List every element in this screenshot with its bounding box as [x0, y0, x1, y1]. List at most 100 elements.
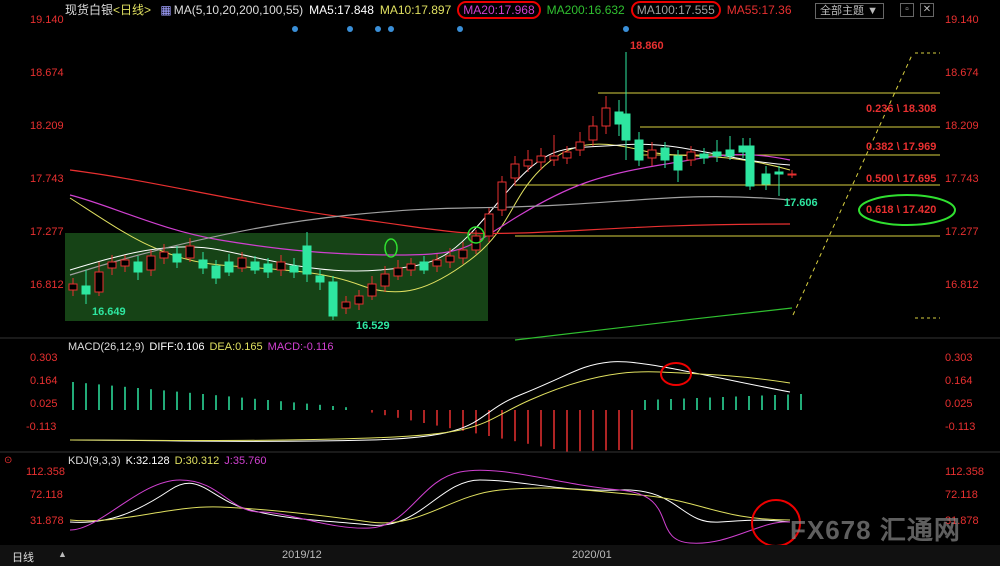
low1-annotation: 16.649 [92, 306, 126, 318]
candle-body[interactable] [647, 149, 657, 159]
candle-body[interactable] [159, 251, 169, 259]
candle-body[interactable] [289, 265, 299, 273]
period-tab[interactable]: 日线 [12, 549, 34, 565]
candle-body[interactable] [211, 265, 221, 279]
kdj-settings-icon[interactable]: ⊙ [4, 455, 12, 466]
fib-label-236: 0.236 \ 18.308 [866, 103, 937, 115]
macd-diff-line [69, 361, 791, 442]
macd-axis-left: 0.025 [30, 398, 58, 410]
event-dot[interactable] [292, 26, 298, 32]
macd-axis-left: 0.303 [30, 352, 58, 364]
candle-body[interactable] [686, 151, 696, 161]
high-annotation: 18.860 [630, 40, 664, 52]
macd-diff: DIFF:0.106 [149, 341, 205, 353]
axis-left-label: 18.209 [30, 120, 64, 132]
kdj-k: K:32.128 [125, 455, 170, 467]
last-annotation: 17.606 [784, 197, 818, 209]
candle-body[interactable] [699, 153, 709, 159]
candle-body[interactable] [68, 283, 78, 291]
candle-body[interactable] [276, 261, 286, 271]
event-dot[interactable] [388, 26, 394, 32]
watermark-logo: FX678 汇通网 [790, 515, 961, 545]
candle-body[interactable] [367, 283, 377, 297]
candle-body[interactable] [81, 285, 91, 295]
candle-body[interactable] [354, 295, 364, 305]
candle-body[interactable] [172, 253, 182, 263]
macd-dea-line [69, 371, 791, 441]
candle-body[interactable] [575, 141, 585, 151]
candle-body[interactable] [146, 255, 156, 271]
macd-title: MACD(26,12,9) [68, 341, 145, 353]
candle-body[interactable] [263, 263, 273, 273]
candle-body[interactable] [774, 171, 784, 175]
kdj-axis-left: 31.878 [30, 515, 64, 527]
candle-body[interactable] [120, 259, 130, 267]
candle-body[interactable] [250, 261, 260, 271]
kdj-k-line [69, 479, 791, 526]
axis-right-label: 19.140 [945, 14, 979, 26]
date-label: 2019/12 [282, 549, 322, 561]
kdj-axis-right: 72.118 [945, 489, 978, 501]
candle-body[interactable] [458, 249, 468, 259]
candle-body[interactable] [133, 261, 143, 273]
candle-body[interactable] [787, 173, 797, 176]
macd-axis-left: 0.164 [30, 375, 58, 387]
price-chart[interactable] [0, 0, 1000, 566]
low2-annotation: 16.529 [356, 320, 390, 332]
candle-body[interactable] [198, 259, 208, 269]
candle-body[interactable] [315, 275, 325, 283]
candle-body[interactable] [393, 267, 403, 277]
axis-right-label: 17.277 [945, 226, 979, 238]
event-dot[interactable] [347, 26, 353, 32]
candle-body[interactable] [237, 257, 247, 269]
candle-body[interactable] [761, 173, 771, 185]
candle-body[interactable] [380, 273, 390, 287]
event-dot[interactable] [375, 26, 381, 32]
axis-right-label: 17.743 [945, 173, 979, 185]
axis-left-label: 17.743 [30, 173, 64, 185]
event-dot[interactable] [623, 26, 629, 32]
candle-body[interactable] [510, 163, 520, 179]
candle-body[interactable] [341, 301, 351, 309]
kdj-header: KDJ(9,3,3) K:32.128 D:30.312 J:35.760 [68, 455, 271, 467]
candle-body[interactable] [302, 245, 312, 275]
macd-axis-right: 0.025 [945, 398, 973, 410]
candle-body[interactable] [745, 145, 755, 187]
candle-body[interactable] [419, 261, 429, 271]
axis-right-label: 16.812 [945, 279, 979, 291]
candle-body[interactable] [185, 245, 195, 259]
kdj-title: KDJ(9,3,3) [68, 455, 121, 467]
macd-axis-right: 0.303 [945, 352, 973, 364]
axis-left-label: 17.277 [30, 226, 64, 238]
axis-right-label: 18.209 [945, 120, 979, 132]
candle-body[interactable] [660, 147, 670, 161]
macd-axis-right: -0.113 [945, 421, 976, 433]
chevron-up-icon[interactable]: ▲ [58, 549, 67, 559]
candle-body[interactable] [673, 155, 683, 171]
candle-body[interactable] [406, 263, 416, 271]
candle-body[interactable] [536, 155, 546, 163]
candle-body[interactable] [445, 255, 455, 263]
candle-body[interactable] [621, 113, 631, 141]
candle-body[interactable] [588, 125, 598, 141]
macd-dea: DEA:0.165 [209, 341, 263, 353]
candle-body[interactable] [432, 259, 442, 267]
candle-body[interactable] [562, 151, 572, 159]
fib-label-382: 0.382 \ 17.969 [866, 141, 937, 153]
candle-body[interactable] [107, 261, 117, 269]
candle-body[interactable] [94, 271, 104, 293]
candle-body[interactable] [328, 281, 338, 317]
fib-label-618: 0.618 \ 17.420 [866, 204, 937, 216]
candle-body[interactable] [497, 181, 507, 211]
candle-body[interactable] [484, 213, 494, 237]
event-dot[interactable] [457, 26, 463, 32]
candle-body[interactable] [725, 149, 735, 157]
candle-body[interactable] [634, 139, 644, 161]
macd-cross-circle [660, 362, 692, 386]
candle-body[interactable] [601, 107, 611, 127]
candle-body[interactable] [224, 261, 234, 273]
candle-body[interactable] [549, 155, 559, 161]
candle-body[interactable] [712, 151, 722, 157]
candle-body[interactable] [523, 159, 533, 167]
macd-header: MACD(26,12,9) DIFF:0.106 DEA:0.165 MACD:-0.… [68, 341, 338, 353]
